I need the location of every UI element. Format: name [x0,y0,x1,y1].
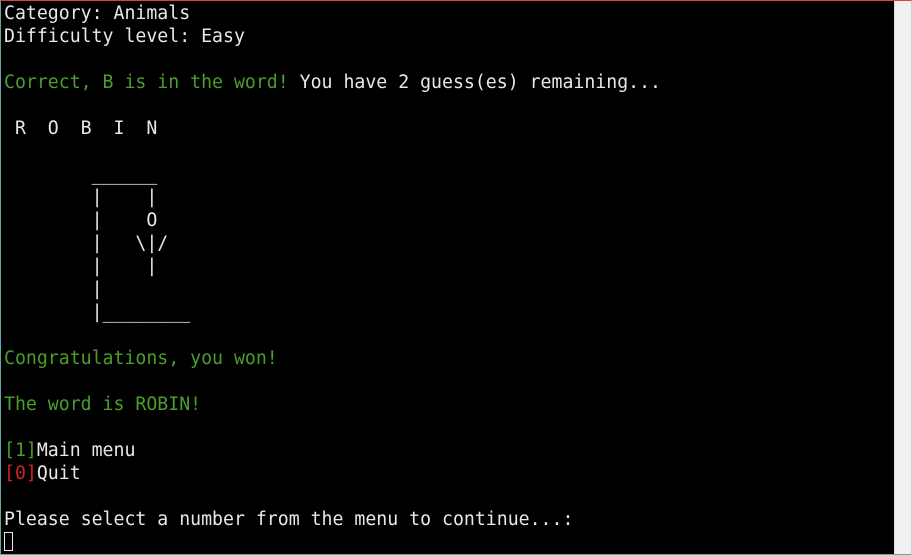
category-line: Category: Animals [4,3,191,24]
terminal-output[interactable]: Category: Animals Difficulty level: Easy… [1,1,894,554]
menu-label-quit: Quit [36,463,81,484]
difficulty-line: Difficulty level: Easy [4,26,245,47]
menu-option-main-menu: [1]Main menu [4,439,135,462]
guess-feedback-line: Correct, B is in the word! You have 2 gu… [4,71,661,94]
console-window: Category: Animals Difficulty level: Easy… [0,0,912,555]
remaining-guesses-message: You have 2 guess(es) remaining... [288,72,661,93]
menu-label-main-menu: Main menu [36,440,136,461]
menu-key-1: [1] [4,440,37,461]
hangman-drawing: ______ | | | O | \|/ | | | |________ [91,164,191,323]
win-message: Congratulations, you won! [4,348,278,369]
input-prompt: Please select a number from the menu to … [4,509,574,530]
text-cursor[interactable] [4,532,13,551]
correct-message: Correct, B is in the word! [4,72,289,93]
menu-option-quit: [0]Quit [4,462,81,485]
word-reveal-message: The word is ROBIN! [4,394,202,415]
word-display: R O B I N [4,118,158,139]
vertical-scrollbar[interactable] [894,1,911,554]
menu-key-0: [0] [4,463,37,484]
